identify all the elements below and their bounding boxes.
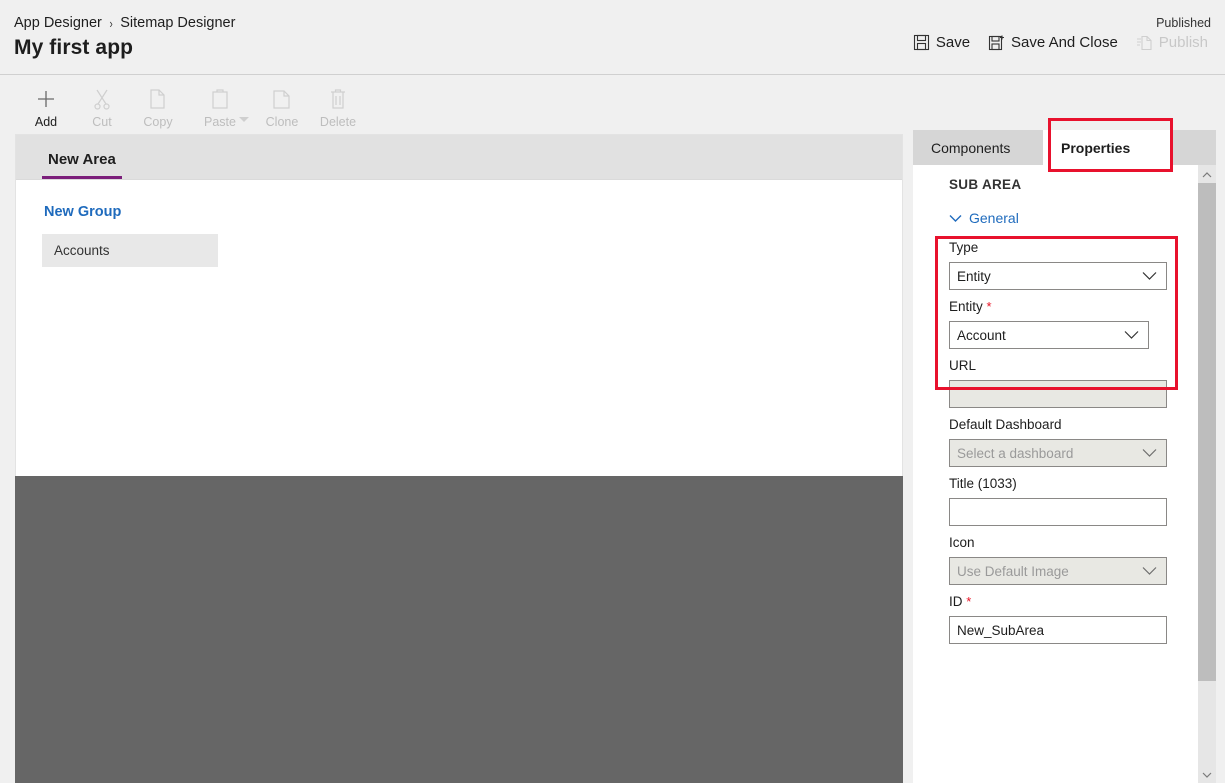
chevron-down-icon [1202,765,1212,783]
chevron-down-icon [1142,269,1157,284]
field-title: Title (1033) [949,476,1198,526]
tab-properties[interactable]: Properties [1043,130,1173,165]
required-indicator: * [986,299,992,314]
chevron-down-icon [1142,564,1157,579]
toolbar-add-label: Add [34,115,58,129]
toolbar-cut-button[interactable]: Cut [74,80,130,129]
sitemap-canvas: New Area New Group Accounts [15,134,903,476]
save-icon [913,34,930,51]
group-title-new-group[interactable]: New Group [42,202,123,222]
header-command-bar: Save Save And Close Publish [904,30,1217,55]
panel-tab-bar: Components Properties [913,130,1225,165]
field-id-label: ID * [949,594,1198,609]
field-entity-label-text: Entity [949,299,983,314]
field-title-label: Title (1033) [949,476,1017,491]
page-title: My first app [14,36,134,59]
field-id: ID * New_SubArea [949,594,1198,644]
sitemap-designer-window: App Designer › Sitemap Designer My first… [0,0,1225,783]
entity-dropdown-value: Account [957,327,1006,343]
section-header-sub-area: SUB AREA [949,177,1022,192]
type-dropdown[interactable]: Entity [949,262,1167,290]
entity-dropdown[interactable]: Account [949,321,1149,349]
canvas-empty-region [15,476,903,783]
field-url: URL [949,358,1198,408]
breadcrumb: App Designer › Sitemap Designer [14,15,235,31]
toolbar-copy-label: Copy [143,115,173,129]
toolbar-add-button[interactable]: Add [18,80,74,129]
area-tab-bar: New Area [16,135,902,180]
default-dashboard-dropdown[interactable]: Select a dashboard [949,439,1167,467]
toolbar-cut-label: Cut [92,115,112,129]
id-input-value: New_SubArea [957,622,1045,638]
copy-icon [148,86,168,112]
publish-button-label: Publish [1158,34,1208,51]
chevron-down-icon [1142,446,1157,461]
type-dropdown-value: Entity [957,268,991,284]
group-container: New Group Accounts [16,180,902,267]
save-button[interactable]: Save [904,30,979,55]
toolbar-copy-button[interactable]: Copy [130,80,186,129]
scissors-icon [92,86,112,112]
field-type: Type Entity [949,240,1198,290]
subarea-item-accounts[interactable]: Accounts [42,234,218,267]
chevron-up-icon [1202,165,1212,183]
properties-panel: Components Properties SUB AREA General T… [913,130,1225,783]
section-toggle-label: General [969,210,1019,226]
field-default-dashboard-label: Default Dashboard [949,417,1062,432]
id-input[interactable]: New_SubArea [949,616,1167,644]
save-and-close-button[interactable]: Save And Close [979,30,1127,55]
icon-dropdown-value: Use Default Image [957,563,1069,579]
save-and-close-button-label: Save And Close [1011,34,1118,51]
field-url-label: URL [949,358,977,373]
properties-form: SUB AREA General Type Entity Entity * Ac… [913,165,1198,783]
publish-button[interactable]: Publish [1127,30,1217,55]
toolbar-clone-button[interactable]: Clone [254,80,310,129]
field-icon: Icon Use Default Image [949,535,1198,585]
plus-icon [35,86,57,112]
toolbar-delete-label: Delete [319,115,357,129]
field-type-label: Type [949,240,979,255]
chevron-down-icon [1124,328,1139,343]
toolbar-delete-button[interactable]: Delete [310,80,366,129]
url-input[interactable] [949,380,1167,408]
toolbar-paste-label: Paste [204,115,236,129]
publish-status-label: Published [1156,16,1211,30]
clone-icon [272,86,292,112]
default-dashboard-value: Select a dashboard [957,445,1074,461]
chevron-down-icon[interactable] [239,117,249,122]
clipboard-icon [210,86,230,112]
breadcrumb-item-app-designer[interactable]: App Designer [14,15,102,31]
panel-right-gutter [1216,130,1225,783]
scrollbar-down-button[interactable] [1198,765,1216,783]
breadcrumb-separator-icon: › [109,15,113,31]
field-entity: Entity * Account [949,299,1198,349]
save-close-icon [988,34,1005,51]
trash-icon [328,86,348,112]
field-id-label-text: ID [949,594,963,609]
designer-toolbar: Add Cut Copy Paste Clone Delete [0,76,1225,134]
title-input[interactable] [949,498,1167,526]
required-indicator: * [966,594,972,609]
field-default-dashboard: Default Dashboard Select a dashboard [949,417,1198,467]
field-entity-label: Entity * [949,299,1198,314]
icon-dropdown[interactable]: Use Default Image [949,557,1167,585]
scrollbar-up-button[interactable] [1198,165,1216,183]
area-tab-new-area[interactable]: New Area [42,151,122,179]
section-toggle-general[interactable]: General [949,210,1198,226]
app-header: App Designer › Sitemap Designer My first… [0,0,1225,75]
toolbar-paste-button[interactable]: Paste [186,80,254,129]
scrollbar-thumb[interactable] [1198,183,1216,681]
save-button-label: Save [935,34,971,51]
chevron-down-icon [949,210,962,226]
panel-vertical-scrollbar[interactable] [1198,165,1216,783]
toolbar-clone-label: Clone [265,115,299,129]
breadcrumb-item-sitemap-designer[interactable]: Sitemap Designer [120,15,235,31]
tab-components[interactable]: Components [913,130,1043,165]
field-icon-label: Icon [949,535,975,550]
publish-icon [1136,34,1153,51]
